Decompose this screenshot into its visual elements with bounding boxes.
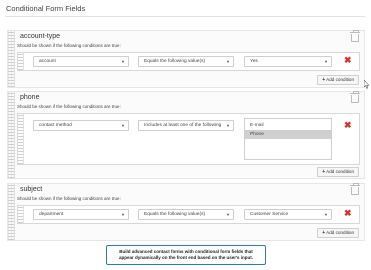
field-block-subject: subject Should be shown if the following… <box>7 183 365 241</box>
operator-select-value: Equals the following value(s) <box>144 59 206 64</box>
help-text: Should be shown if the following conditi… <box>17 43 121 48</box>
plus-icon: + <box>322 230 326 236</box>
add-condition-label: Add condition <box>326 230 354 235</box>
field-block-account-type: account-type Should be shown if the foll… <box>7 30 365 88</box>
field-select[interactable]: account ▼ <box>33 56 129 67</box>
delete-condition-icon[interactable]: ✖ <box>344 209 352 218</box>
info-callout: Build advanced contact forms with condit… <box>106 245 266 265</box>
value-select[interactable]: Customer Service ▼ <box>244 209 332 220</box>
field-name: account-type <box>20 33 61 40</box>
condition-row: account ▼ Equals the following value(s) … <box>17 52 360 71</box>
condition-drag-handle[interactable] <box>18 114 24 164</box>
drag-handle[interactable] <box>8 31 15 87</box>
operator-select[interactable]: Includes at least one of the following ▼ <box>138 120 234 131</box>
delete-condition-icon[interactable]: ✖ <box>344 121 352 130</box>
condition-drag-handle[interactable] <box>18 53 24 70</box>
chevron-down-icon: ▼ <box>226 123 230 128</box>
title-divider <box>5 16 365 17</box>
field-select-value: contact method <box>39 123 72 128</box>
value-select-value: Customer Service <box>250 212 289 217</box>
chevron-down-icon: ▼ <box>226 212 230 217</box>
value-multiselect[interactable]: E-mail Phone <box>244 118 332 160</box>
operator-select[interactable]: Equals the following value(s) ▼ <box>138 209 234 220</box>
trash-icon[interactable] <box>350 91 360 103</box>
value-select[interactable]: Yes ▼ <box>244 56 332 67</box>
plus-icon: + <box>322 169 326 175</box>
add-condition-button[interactable]: + Add condition <box>317 167 359 177</box>
option-phone[interactable]: Phone <box>245 130 331 139</box>
field-select[interactable]: contact method ▼ <box>33 120 129 131</box>
help-text: Should be shown if the following conditi… <box>17 196 121 201</box>
delete-condition-icon[interactable]: ✖ <box>344 56 352 65</box>
field-name: subject <box>20 186 43 193</box>
drag-handle[interactable] <box>8 184 15 240</box>
add-condition-button[interactable]: + Add condition <box>317 228 359 238</box>
drag-handle[interactable] <box>8 92 15 178</box>
option-email[interactable]: E-mail <box>245 121 331 130</box>
add-condition-label: Add condition <box>326 169 354 174</box>
chevron-down-icon: ▼ <box>226 59 230 64</box>
page-title: Conditional Form Fields <box>6 4 86 13</box>
help-text: Should be shown if the following conditi… <box>17 104 121 109</box>
trash-icon[interactable] <box>350 30 360 42</box>
field-block-phone: phone Should be shown if the following c… <box>7 91 365 179</box>
operator-select-value: Includes at least one of the following <box>144 123 222 128</box>
condition-row: contact method ▼ Includes at least one o… <box>17 113 360 165</box>
value-select-value: Yes <box>250 59 258 64</box>
chevron-down-icon: ▼ <box>121 59 125 64</box>
plus-icon: + <box>322 77 326 83</box>
operator-select[interactable]: Equals the following value(s) ▼ <box>138 56 234 67</box>
field-select-value: department <box>39 212 64 217</box>
chevron-down-icon: ▼ <box>324 59 328 64</box>
condition-drag-handle[interactable] <box>18 206 24 223</box>
callout-line-2: appear dynamically on the front end base… <box>118 255 254 260</box>
trash-icon[interactable] <box>350 183 360 195</box>
field-name: phone <box>20 94 40 101</box>
chevron-down-icon: ▼ <box>121 123 125 128</box>
mouse-cursor-icon <box>364 80 370 89</box>
add-condition-label: Add condition <box>326 77 354 82</box>
add-condition-button[interactable]: + Add condition <box>317 75 359 85</box>
field-select-value: account <box>39 59 56 64</box>
chevron-down-icon: ▼ <box>121 212 125 217</box>
operator-select-value: Equals the following value(s) <box>144 212 206 217</box>
condition-row: department ▼ Equals the following value(… <box>17 205 360 224</box>
chevron-down-icon: ▼ <box>324 212 328 217</box>
field-select[interactable]: department ▼ <box>33 209 129 220</box>
